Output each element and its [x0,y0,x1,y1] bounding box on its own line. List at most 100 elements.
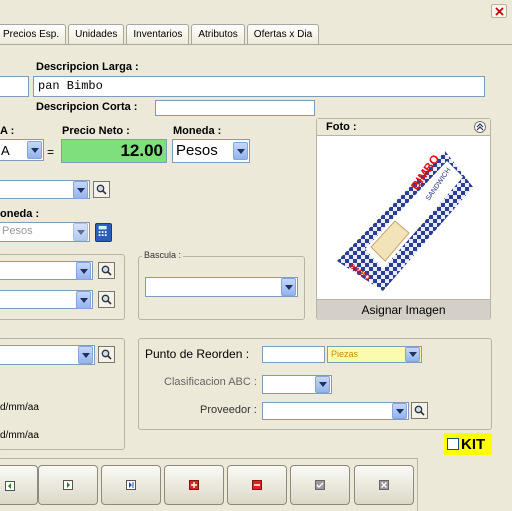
select-4[interactable] [0,345,95,365]
search-icon [101,349,112,360]
date-format-1: d/mm/aa [0,402,39,413]
tab-inventarios[interactable]: Inventarios [126,24,190,45]
dropdown-arrow[interactable] [76,262,91,280]
cancel-icon [379,480,389,490]
dropdown-arrow[interactable] [405,347,420,362]
tab-unidades[interactable]: Unidades [68,24,125,45]
chevron-down-icon [76,187,85,193]
kit-checkbox[interactable] [447,438,459,450]
moneda-2-value: Pesos [2,225,33,237]
search-button-3[interactable] [98,291,115,308]
bascula-select[interactable] [145,277,298,297]
foto-header: Foto : [317,119,490,136]
precio-neto-input[interactable]: 12.00 [61,139,167,163]
chevron-down-icon [79,297,88,303]
next-record-button[interactable] [38,465,98,505]
tab-strip: Precios Esp. Unidades Inventarios Atribu… [0,24,321,45]
delete-record-icon [252,480,262,490]
product-photo: BIMBO SANDWICH BIMBO [337,151,473,291]
accept-icon [315,480,325,490]
chevron-down-icon [81,352,90,358]
window-close-button[interactable] [491,4,507,18]
toolbar-spacer [417,458,512,511]
chevron-down-icon [284,284,293,290]
dropdown-arrow[interactable] [73,223,88,241]
add-record-button[interactable] [164,465,224,505]
clasificacion-abc-select[interactable] [262,375,332,394]
descripcion-larga-label: Descripcion Larga : [36,61,139,73]
calculator-icon [98,225,107,237]
first-record-button[interactable] [0,465,38,505]
double-chevron-up-icon [476,123,484,131]
clasificacion-abc-label: Clasificacion ABC : [164,376,257,388]
last-record-icon [126,480,136,490]
chevron-down-icon [395,408,404,414]
select-1[interactable] [0,180,90,199]
tab-divider [0,44,512,45]
moneda-value: Pesos [176,142,218,159]
search-button-2[interactable] [98,262,115,279]
dropdown-arrow[interactable] [76,291,91,309]
proveedor-search-button[interactable] [411,402,428,419]
equals-sign: = [47,145,55,159]
iva-select[interactable]: A [0,139,44,161]
foto-label: Foto : [326,121,357,133]
descripcion-corta-input[interactable] [155,100,315,116]
calculator-button[interactable] [95,223,112,242]
tab-ofertas-x-dia[interactable]: Ofertas x Dia [246,24,320,45]
select-2[interactable] [0,261,93,280]
search-icon [101,265,112,276]
kit-checkbox-area[interactable]: KIT [444,433,492,455]
proveedor-select[interactable] [262,402,409,420]
last-record-button[interactable] [101,465,161,505]
proveedor-label: Proveedor : [200,404,257,416]
foto-panel: Foto : BIMBO SANDWICH BIMBO Asignar Imag… [316,118,491,320]
date-format-2: d/mm/aa [0,430,39,441]
chevron-down-icon [236,148,245,154]
search-icon [414,405,425,416]
collapse-button[interactable] [474,121,486,133]
search-button-1[interactable] [93,181,110,198]
moneda-2-select[interactable]: Pesos [0,222,90,242]
iva-label: A : [0,125,15,137]
tab-atributos[interactable]: Atributos [191,24,245,45]
precio-neto-label: Precio Neto : [62,125,130,137]
iva-dropdown-arrow[interactable] [27,141,42,159]
dropdown-arrow[interactable] [315,376,330,393]
search-button-4[interactable] [98,346,115,363]
unidad-reorden-value: Piezas [331,349,359,359]
delete-record-button[interactable] [227,465,287,505]
punto-reorden-input[interactable] [262,346,325,363]
chevron-down-icon [318,382,327,387]
select-3[interactable] [0,290,93,309]
moneda-select[interactable]: Pesos [172,139,250,163]
search-icon [96,184,107,195]
dropdown-arrow[interactable] [281,278,296,296]
add-record-icon [189,480,199,490]
unidad-reorden-select[interactable]: Piezas [327,346,422,363]
close-icon [494,6,504,16]
chevron-down-icon [408,352,417,357]
dropdown-arrow[interactable] [392,403,407,419]
iva-value: A [1,142,10,158]
chevron-down-icon [30,147,39,153]
dropdown-arrow[interactable] [78,346,93,364]
accept-button[interactable] [290,465,350,505]
moneda-label: Moneda : [173,125,222,137]
next-record-icon [63,480,73,490]
descripcion-corta-label: Descripcion Corta : [36,101,138,113]
punto-reorden-label: Punto de Reorden : [145,347,250,361]
search-icon [101,294,112,305]
cancel-button[interactable] [354,465,414,505]
codigo-field[interactable] [0,76,29,97]
first-record-icon [5,481,15,491]
moneda-2-label: oneda : [0,208,40,220]
tab-precios-esp[interactable]: Precios Esp. [0,24,67,45]
chevron-down-icon [79,268,88,274]
moneda-dropdown-arrow[interactable] [233,142,248,160]
dropdown-arrow[interactable] [73,181,88,199]
descripcion-larga-input[interactable]: pan Bimbo [33,76,485,97]
kit-label: KIT [461,435,486,453]
chevron-down-icon [76,229,85,235]
asignar-imagen-button[interactable]: Asignar Imagen [317,299,490,320]
